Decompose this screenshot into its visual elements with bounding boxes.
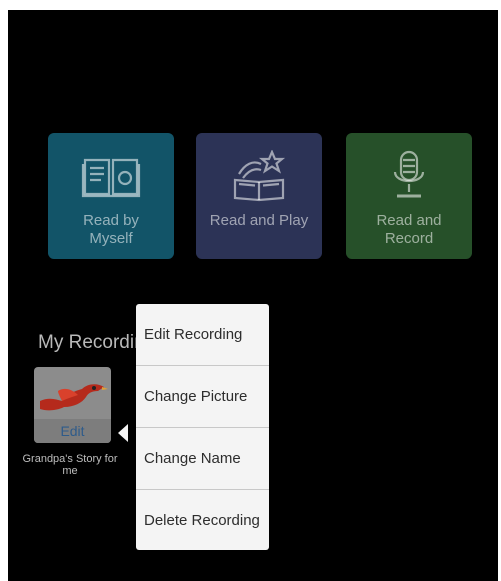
- read-and-play-label: Read and Play: [209, 212, 309, 229]
- popup-arrow: [118, 424, 128, 442]
- edit-button[interactable]: Edit: [34, 419, 111, 443]
- microphone-icon: [389, 150, 429, 202]
- menu-item-delete-recording[interactable]: Delete Recording: [136, 490, 269, 551]
- menu-item-change-picture[interactable]: Change Picture: [136, 366, 269, 428]
- read-and-record-label: Read and Record: [376, 212, 442, 247]
- bird-icon: [40, 384, 108, 411]
- app-screen: Read by Myself Read and Play Read and Re…: [8, 10, 498, 581]
- recording-context-menu: Edit Recording Change Picture Change Nam…: [136, 304, 269, 550]
- menu-item-change-name[interactable]: Change Name: [136, 428, 269, 490]
- recording-thumbnail[interactable]: Edit: [34, 367, 111, 443]
- read-by-myself-label: Read by Myself: [83, 212, 139, 247]
- open-book-icon: [81, 150, 141, 202]
- recording-caption: Grandpa's Story for me: [22, 453, 118, 477]
- read-and-record-tile[interactable]: Read and Record: [346, 133, 472, 259]
- read-and-play-tile[interactable]: Read and Play: [196, 133, 322, 259]
- read-by-myself-tile[interactable]: Read by Myself: [48, 133, 174, 259]
- menu-item-edit-recording[interactable]: Edit Recording: [136, 304, 269, 366]
- book-star-icon: [229, 150, 289, 202]
